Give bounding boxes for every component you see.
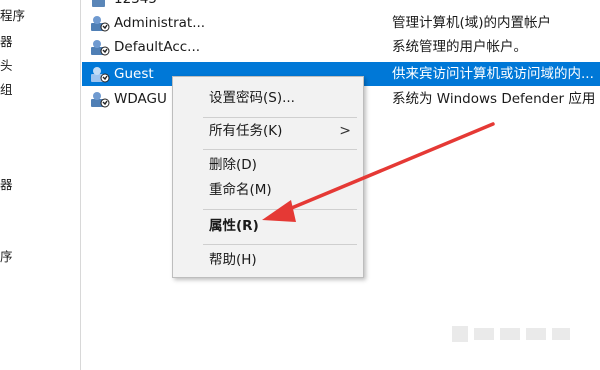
annotation-arrow (262, 122, 495, 222)
watermark-logo (452, 326, 570, 342)
